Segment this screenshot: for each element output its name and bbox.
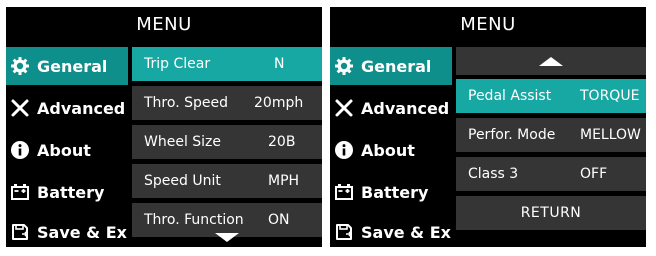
sidebar-item-label: Save & Exit	[361, 222, 452, 242]
setting-value: 20B	[268, 134, 296, 150]
setting-label: Pedal Assist	[468, 88, 552, 104]
settings-panel: Pedal Assist TORQUE Perfor. Mode MELLOW …	[452, 41, 646, 247]
sidebar-item-label: Battery	[37, 182, 105, 202]
setting-value: MPH	[268, 173, 300, 189]
sidebar-item-label: Battery	[361, 182, 429, 202]
battery-icon	[10, 182, 30, 202]
menu-title: MENU	[330, 7, 646, 41]
save-icon	[334, 222, 354, 242]
setting-row-perfor-mode[interactable]: Perfor. Mode MELLOW	[456, 118, 646, 152]
chevron-down-icon	[215, 221, 239, 247]
setting-value: 20mph	[254, 95, 304, 111]
gear-icon	[334, 56, 354, 76]
sidebar-item-label: Advanced	[361, 98, 450, 118]
sidebar-item-label: About	[361, 140, 415, 160]
sidebar-item-advanced[interactable]: Advanced	[330, 89, 452, 127]
sidebar-item-label: Save & Exit	[37, 222, 128, 242]
info-icon	[334, 140, 354, 160]
setting-row-pedal-assist[interactable]: Pedal Assist TORQUE	[456, 79, 646, 113]
return-button[interactable]: RETURN	[456, 196, 646, 230]
sidebar-item-label: Advanced	[37, 98, 126, 118]
setting-label: Thro. Speed	[144, 95, 228, 111]
sidebar-item-label: General	[361, 56, 432, 76]
scroll-up-button[interactable]	[456, 47, 646, 75]
settings-panel: Trip Clear N Thro. Speed 20mph Wheel Siz…	[128, 41, 322, 247]
setting-row-speed-unit[interactable]: Speed Unit MPH	[132, 164, 322, 198]
setting-label: Speed Unit	[144, 173, 221, 189]
tools-icon	[10, 98, 30, 118]
info-icon	[10, 140, 30, 160]
menu-screen-left: MENU General Advanced About Battery Save…	[6, 7, 322, 247]
sidebar-item-label: General	[37, 56, 108, 76]
sidebar: General Advanced About Battery Save & Ex	[6, 41, 128, 247]
tools-icon	[334, 98, 354, 118]
setting-value: OFF	[580, 166, 608, 182]
save-icon	[10, 222, 30, 242]
setting-row-thro-speed[interactable]: Thro. Speed 20mph	[132, 86, 322, 120]
sidebar-item-save-exit[interactable]: Save & Exit	[6, 213, 128, 247]
sidebar-item-general[interactable]: General	[330, 47, 452, 85]
setting-value: TORQUE	[580, 88, 640, 104]
sidebar-item-battery[interactable]: Battery	[330, 173, 452, 211]
setting-value: N	[274, 56, 285, 72]
setting-label: Class 3	[468, 166, 519, 182]
sidebar-item-advanced[interactable]: Advanced	[6, 89, 128, 127]
sidebar-item-save-exit[interactable]: Save & Exit	[330, 213, 452, 247]
chevron-up-icon	[539, 52, 563, 71]
setting-value: MELLOW	[580, 127, 641, 143]
setting-label: Trip Clear	[144, 56, 211, 72]
scroll-down-button[interactable]	[132, 221, 322, 247]
setting-row-trip-clear[interactable]: Trip Clear N	[132, 47, 322, 81]
setting-label: Wheel Size	[144, 134, 222, 150]
menu-title: MENU	[6, 7, 322, 41]
menu-screen-right: MENU General Advanced About Battery Save…	[330, 7, 646, 247]
setting-row-class-3[interactable]: Class 3 OFF	[456, 157, 646, 191]
sidebar-item-battery[interactable]: Battery	[6, 173, 128, 211]
sidebar: General Advanced About Battery Save & Ex	[330, 41, 452, 247]
sidebar-item-general[interactable]: General	[6, 47, 128, 85]
setting-label: Perfor. Mode	[468, 127, 556, 143]
sidebar-item-about[interactable]: About	[330, 131, 452, 169]
sidebar-item-label: About	[37, 140, 91, 160]
setting-row-wheel-size[interactable]: Wheel Size 20B	[132, 125, 322, 159]
gear-icon	[10, 56, 30, 76]
sidebar-item-about[interactable]: About	[6, 131, 128, 169]
battery-icon	[334, 182, 354, 202]
